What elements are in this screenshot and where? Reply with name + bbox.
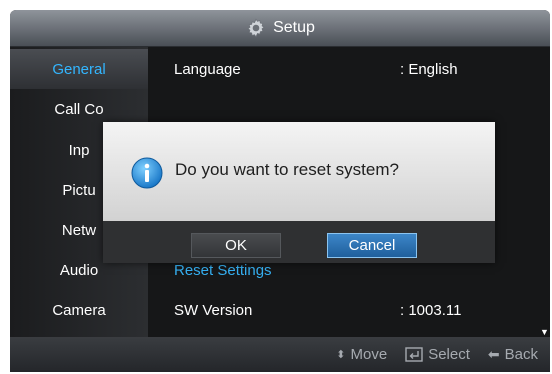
scroll-down-icon[interactable]: ▼ xyxy=(540,327,549,337)
dialog-body: Do you want to reset system? xyxy=(103,122,495,221)
setting-row-sw-version[interactable]: SW Version : 1003.11 xyxy=(174,290,534,330)
setting-value: : English xyxy=(400,60,458,78)
setting-label: Reset Settings xyxy=(174,261,272,279)
footer-hints: ⬍ Move Select ⬅ Back xyxy=(10,337,550,372)
setting-row-language[interactable]: Language : English xyxy=(174,49,534,89)
back-hint: ⬅ Back xyxy=(488,346,538,363)
sidebar-item-general[interactable]: General xyxy=(10,49,148,89)
setting-label: Language xyxy=(174,60,241,78)
sidebar-item-camera[interactable]: Camera xyxy=(10,290,148,330)
select-hint: Select xyxy=(405,346,470,363)
move-label: Move xyxy=(350,346,388,363)
setting-label: SW Version xyxy=(174,301,253,319)
setting-value: : 1003.11 xyxy=(400,301,462,319)
reset-confirm-dialog: Do you want to reset system? OK Cancel xyxy=(103,122,495,263)
move-hint: ⬍ Move xyxy=(336,346,387,363)
up-down-arrow-icon: ⬍ xyxy=(336,349,346,361)
back-label: Back xyxy=(504,346,538,363)
dialog-message: Do you want to reset system? xyxy=(175,160,399,179)
setup-window: Setup General Call Co Inp Pictu Netw Aud… xyxy=(10,10,550,372)
select-label: Select xyxy=(428,346,470,363)
title-bar: Setup xyxy=(10,10,550,47)
ok-button[interactable]: OK xyxy=(191,233,281,258)
back-arrow-icon: ⬅ xyxy=(487,346,500,362)
cancel-button[interactable]: Cancel xyxy=(327,233,417,258)
page-title: Setup xyxy=(273,19,315,36)
info-icon xyxy=(131,157,163,189)
gear-icon xyxy=(247,18,265,38)
enter-icon xyxy=(405,347,423,362)
